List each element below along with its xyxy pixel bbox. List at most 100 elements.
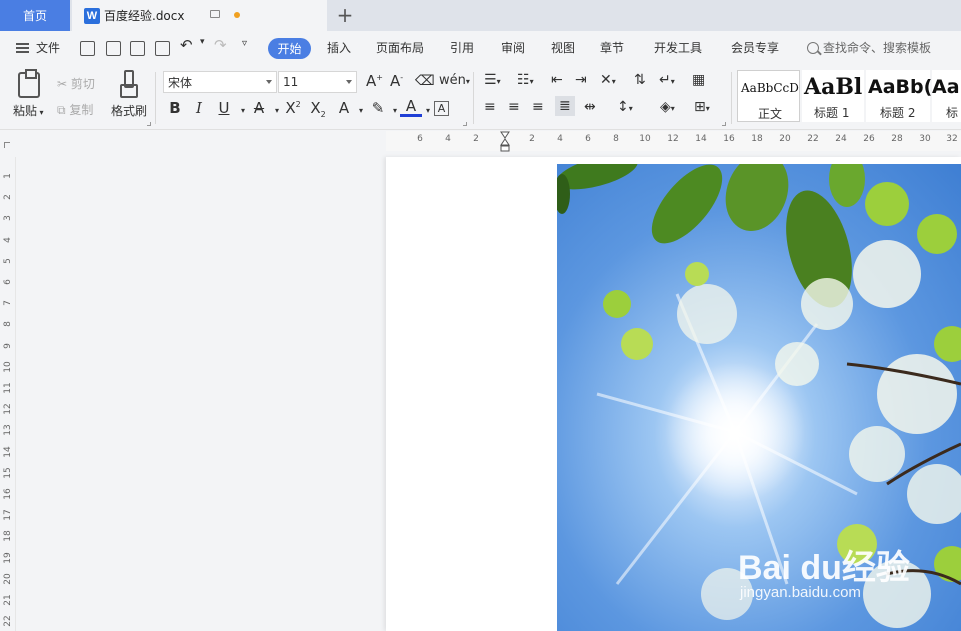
export-icon[interactable] [106, 41, 121, 56]
increase-indent-icon[interactable]: ⇥ [575, 72, 587, 88]
font-name-select[interactable]: 宋体 [163, 71, 277, 93]
menu-tab-developer[interactable]: 开发工具 [654, 39, 702, 56]
style-heading-1-sample: AaBl [804, 74, 863, 100]
table-grid-icon[interactable]: ▦ [692, 72, 705, 88]
ruler-tick-label: 10 [3, 361, 13, 373]
ruler-tick-label: 18 [3, 530, 13, 543]
copy-label: 复制 [69, 103, 94, 117]
ruler-tick-label: 9 [3, 342, 13, 349]
menu-tab-insert[interactable]: 插入 [327, 39, 351, 56]
menu-file[interactable]: 文件 [36, 39, 60, 56]
style-heading-3-sample: Aa [932, 76, 960, 98]
numbered-list-icon[interactable]: ☷▾ [517, 72, 534, 88]
ruler-tick-label: 10 [639, 134, 651, 144]
shading-icon[interactable]: ◈▾ [660, 99, 675, 115]
font-size-value: 11 [283, 75, 299, 89]
line-spacing-icon[interactable]: ↕▾ [617, 99, 633, 115]
divider [731, 72, 732, 124]
customize-dropdown-icon[interactable]: ▿ [242, 38, 247, 49]
undo-icon[interactable]: ↶ [180, 36, 193, 54]
clear-format-icon[interactable]: ⌫ [415, 73, 435, 89]
menu-tab-page-layout[interactable]: 页面布局 [376, 39, 424, 56]
align-right-icon[interactable]: ≡ [532, 99, 544, 115]
divider [155, 72, 156, 124]
paragraph-launcher-icon[interactable] [722, 122, 726, 126]
ribbon-toolbar: 粘贴 ▾ ✂ 剪切 ⧉ 复制 格式刷 宋体 11 A+ A- ⌫ wén▾ B … [0, 66, 961, 130]
style-heading-2-label: 标题 2 [880, 106, 916, 120]
style-heading-2[interactable]: AaBb( 标题 2 [866, 70, 933, 122]
clipboard-launcher-icon[interactable] [147, 122, 151, 126]
superscript-icon[interactable]: X2 [282, 99, 304, 117]
ruler-tick-label: 30 [919, 134, 931, 144]
chinese-layout-icon[interactable]: ✕▾ [600, 72, 616, 88]
phonetic-guide-icon[interactable]: wén▾ [439, 73, 470, 88]
search-icon[interactable] [807, 42, 819, 54]
justify-icon[interactable]: ≣ [555, 96, 575, 116]
char-border-icon[interactable]: A [434, 101, 449, 116]
ruler-tick-label: 16 [723, 134, 735, 144]
ruler-tick-label: 20 [779, 134, 791, 144]
menu-tab-start[interactable]: 开始 [268, 38, 311, 59]
format-painter-button[interactable]: 格式刷 [111, 102, 147, 119]
style-normal[interactable]: AaBbCcD 正文 [737, 70, 800, 122]
decrease-indent-icon[interactable]: ⇤ [551, 72, 563, 88]
tab-document-title: 百度经验.docx [104, 9, 185, 23]
paste-icon[interactable] [18, 69, 40, 98]
print-preview-icon[interactable] [155, 41, 170, 56]
style-heading-1-label: 标题 1 [814, 106, 850, 120]
tab-home[interactable]: 首页 [0, 0, 70, 31]
undo-dropdown-icon[interactable]: ▾ [200, 37, 205, 47]
ruler-tick-label: 24 [835, 134, 847, 144]
align-left-icon[interactable]: ≡ [484, 99, 496, 115]
redo-icon[interactable]: ↷ [214, 36, 227, 54]
style-heading-3[interactable]: Aa 标 [932, 70, 961, 122]
shrink-font-icon[interactable]: A- [390, 72, 403, 90]
ruler-tick-label: 3 [3, 215, 13, 222]
ruler-tick-label: 12 [3, 403, 13, 415]
font-launcher-icon[interactable] [463, 122, 467, 126]
tab-bar: 首页 W 百度经验.docx + [0, 0, 961, 31]
ruler-tick-label: 4 [445, 134, 451, 144]
ruler-tick-label: 12 [667, 134, 679, 144]
borders-icon[interactable]: ⊞▾ [694, 99, 710, 115]
screen-icon[interactable] [210, 10, 220, 18]
grow-font-icon[interactable]: A+ [366, 72, 383, 90]
cut-button[interactable]: ✂ 剪切 [57, 75, 95, 92]
bullet-list-icon[interactable]: ☰▾ [484, 72, 501, 88]
tab-document[interactable]: W 百度经验.docx [72, 0, 327, 31]
ruler-tick-label: 20 [3, 573, 13, 585]
paste-label: 粘贴 [13, 104, 38, 118]
ruler-tick-label: 18 [751, 134, 763, 144]
ruler-tick-label: 16 [3, 488, 13, 500]
align-center-icon[interactable]: ≡ [508, 99, 520, 115]
font-name-value: 宋体 [168, 75, 193, 90]
ruler-tick-label: 28 [891, 134, 903, 144]
indent-marker-icon[interactable] [500, 131, 510, 153]
italic-icon[interactable]: I [188, 99, 210, 117]
font-size-select[interactable]: 11 [278, 71, 357, 93]
menu-tab-references[interactable]: 引用 [450, 39, 474, 56]
paste-button[interactable]: 粘贴 ▾ [13, 102, 44, 119]
tab-stop-selector-icon[interactable] [4, 142, 10, 148]
style-heading-1[interactable]: AaBl 标题 1 [802, 70, 864, 122]
style-heading-2-sample: AaBb( [868, 76, 933, 98]
format-painter-icon[interactable] [120, 70, 138, 98]
style-heading-3-label: 标 [946, 106, 959, 120]
save-icon[interactable] [80, 41, 95, 56]
distribute-icon[interactable]: ⇹ [584, 99, 596, 115]
print-icon[interactable] [130, 41, 145, 56]
new-tab-plus-icon[interactable]: + [335, 3, 355, 27]
menu-tab-review[interactable]: 审阅 [501, 39, 525, 56]
menu-tab-member[interactable]: 会员专享 [731, 39, 779, 56]
sort-icon[interactable]: ⇅ [634, 72, 646, 88]
command-search[interactable]: 查找命令、搜索模板 [823, 39, 931, 56]
ruler-tick-label: 22 [807, 134, 819, 144]
show-marks-icon[interactable]: ↵▾ [659, 72, 675, 88]
copy-button[interactable]: ⧉ 复制 [57, 101, 93, 118]
bold-icon[interactable]: B [164, 99, 186, 117]
ruler-tick-label: 11 [3, 382, 13, 394]
menu-tab-view[interactable]: 视图 [551, 39, 575, 56]
subscript-icon[interactable]: X2 [307, 99, 329, 119]
menu-tab-section[interactable]: 章节 [600, 39, 624, 56]
hamburger-icon[interactable] [16, 43, 29, 53]
